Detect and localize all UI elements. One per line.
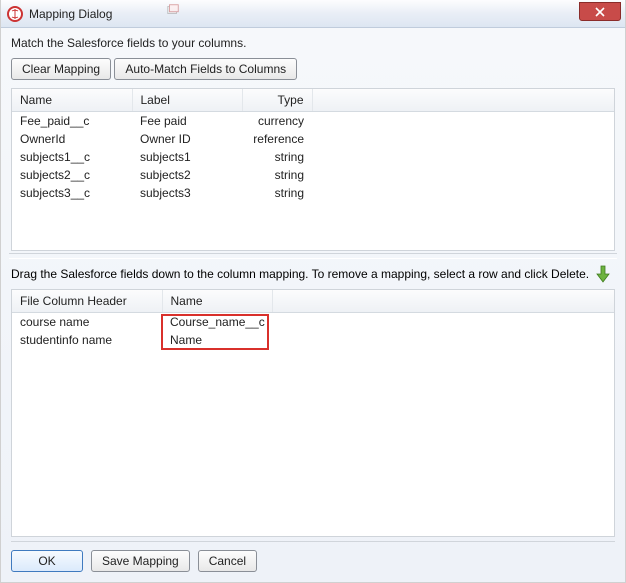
background-tab [166, 3, 184, 17]
instruction-drag-row: Drag the Salesforce fields down to the c… [11, 265, 615, 283]
mapping-header-spacer [272, 290, 614, 313]
app-icon [7, 6, 23, 22]
cell-mapname: Course_name__c [162, 313, 272, 332]
cell-mapname: Name [162, 331, 272, 349]
cell-label: subjects1 [132, 148, 242, 166]
table-row[interactable]: Fee_paid__cFee paidcurrency [12, 112, 614, 131]
table-row[interactable]: course nameCourse_name__c [12, 313, 614, 332]
cell-name: subjects1__c [12, 148, 132, 166]
mapping-header-row: File Column Header Name [12, 290, 614, 313]
save-mapping-button[interactable]: Save Mapping [91, 550, 190, 572]
window-title: Mapping Dialog [29, 7, 112, 21]
cell-type: string [242, 184, 312, 202]
mapping-table[interactable]: File Column Header Name course nameCours… [11, 289, 615, 537]
table-row[interactable]: studentinfo nameName [12, 331, 614, 349]
fields-header-row: Name Label Type [12, 89, 614, 112]
instruction-top: Match the Salesforce fields to your colu… [11, 36, 615, 50]
close-button[interactable] [579, 2, 621, 21]
fields-header-spacer [312, 89, 614, 112]
footer-buttons: OK Save Mapping Cancel [11, 541, 615, 574]
ok-button[interactable]: OK [11, 550, 83, 572]
table-row[interactable]: subjects1__csubjects1string [12, 148, 614, 166]
cell-type: currency [242, 112, 312, 131]
table-row[interactable]: subjects2__csubjects2string [12, 166, 614, 184]
instruction-drag: Drag the Salesforce fields down to the c… [11, 267, 589, 281]
dialog-content: Match the Salesforce fields to your colu… [1, 28, 625, 582]
arrow-down-icon [595, 265, 611, 283]
auto-match-button[interactable]: Auto-Match Fields to Columns [114, 58, 297, 80]
cell-label: Fee paid [132, 112, 242, 131]
cell-label: subjects2 [132, 166, 242, 184]
cell-label: Owner ID [132, 130, 242, 148]
cell-name: subjects2__c [12, 166, 132, 184]
cell-label: subjects3 [132, 184, 242, 202]
table-row[interactable]: subjects3__csubjects3string [12, 184, 614, 202]
cell-name: subjects3__c [12, 184, 132, 202]
fields-header-name[interactable]: Name [12, 89, 132, 112]
clear-mapping-button[interactable]: Clear Mapping [11, 58, 111, 80]
fields-header-type[interactable]: Type [242, 89, 312, 112]
table-row[interactable]: OwnerIdOwner IDreference [12, 130, 614, 148]
cell-type: reference [242, 130, 312, 148]
button-row-top: Clear Mapping Auto-Match Fields to Colum… [11, 58, 615, 80]
cell-name: Fee_paid__c [12, 112, 132, 131]
cell-filecol: studentinfo name [12, 331, 162, 349]
mapping-header-name[interactable]: Name [162, 290, 272, 313]
fields-header-label[interactable]: Label [132, 89, 242, 112]
mapping-header-filecol[interactable]: File Column Header [12, 290, 162, 313]
fields-table[interactable]: Name Label Type Fee_paid__cFee paidcurre… [11, 88, 615, 251]
cell-type: string [242, 148, 312, 166]
cell-filecol: course name [12, 313, 162, 332]
cell-name: OwnerId [12, 130, 132, 148]
cancel-button[interactable]: Cancel [198, 550, 257, 572]
titlebar: Mapping Dialog [1, 0, 625, 28]
separator [9, 253, 617, 259]
cell-type: string [242, 166, 312, 184]
